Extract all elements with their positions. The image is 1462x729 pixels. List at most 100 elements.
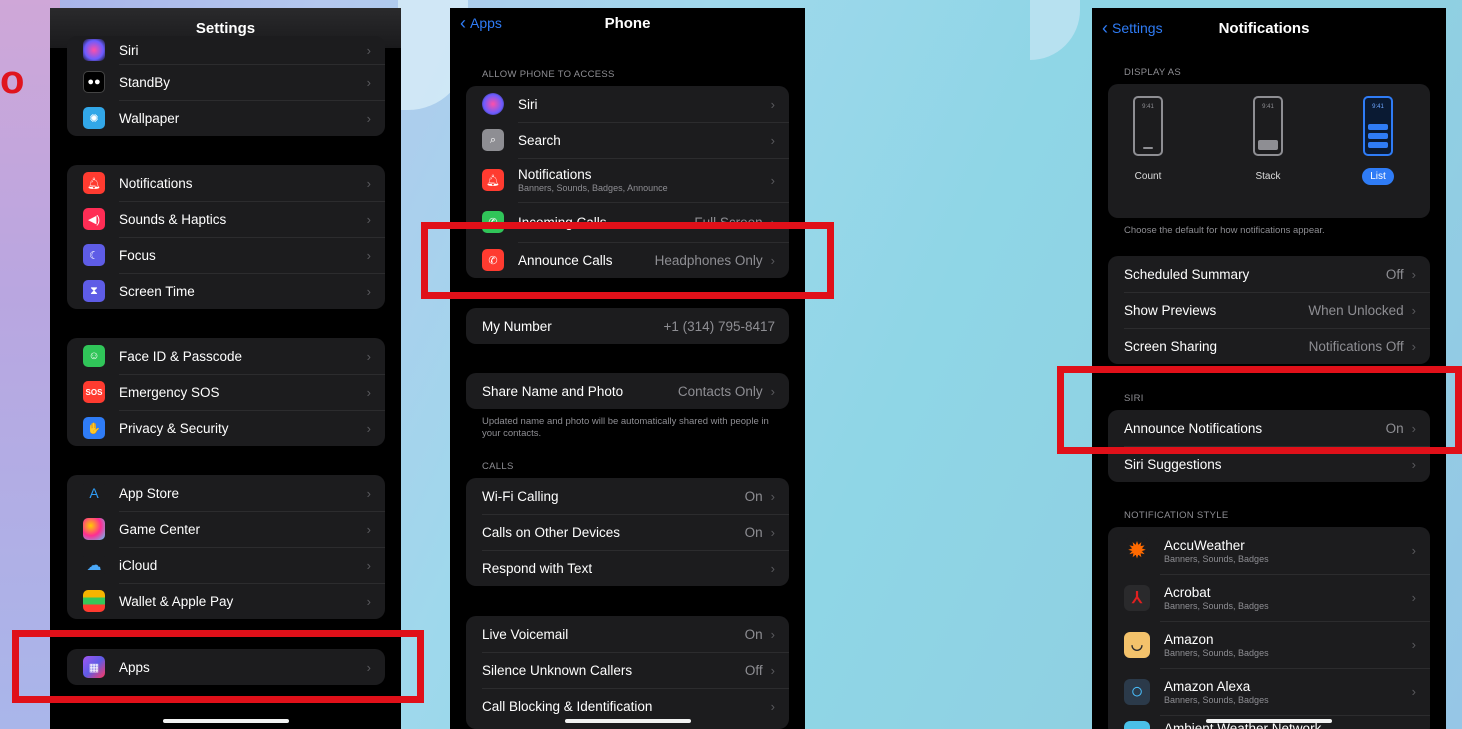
settings-item-label: Emergency SOS [119,384,220,400]
chevron-right-icon: › [770,132,775,148]
settings-item-siri[interactable]: Siri › [67,36,385,64]
standby-icon: ●● [83,71,105,93]
phone-navbar: ‹ Apps Phone [450,8,805,38]
display-option-list[interactable]: 9:41 List [1348,96,1408,185]
page-title: Settings [195,19,256,37]
settings-item-focus[interactable]: ☾ Focus › [67,237,385,273]
settings-item-icloud[interactable]: ☁ iCloud › [67,547,385,583]
back-button[interactable]: ‹ Settings [1102,8,1163,48]
page-title: Phone [604,14,651,32]
notif-item-value: Off [1385,266,1404,282]
wallet-icon [83,590,105,612]
phone-item-label: Live Voicemail [482,626,569,642]
share-footer: Updated name and photo will be automatic… [482,416,769,439]
phone-item-share-name[interactable]: Share Name and Photo Contacts Only › [466,373,789,409]
chevron-right-icon: › [366,485,371,501]
chevron-right-icon: › [770,560,775,576]
phone-item-silence-unknown[interactable]: Silence Unknown Callers Off › [466,652,789,688]
game-center-icon [83,518,105,540]
notif-item-screen-sharing[interactable]: Screen Sharing Notifications Off › [1108,328,1430,364]
chevron-right-icon: › [366,42,371,58]
display-option-stack[interactable]: 9:41 Stack [1238,96,1298,185]
phone-item-search[interactable]: ⌕ Search › [466,122,789,158]
phone-settings-screen: ‹ Apps Phone ALLOW PHONE TO ACCESS Siri ›… [450,8,805,729]
chevron-right-icon: › [770,524,775,540]
phone-item-value: Off [744,662,763,678]
phone-item-live-voicemail[interactable]: Live Voicemail On › [466,616,789,652]
notif-item-value: Notifications Off [1308,338,1404,354]
chevron-left-icon: ‹ [460,12,466,33]
notif-item-label: Screen Sharing [1124,338,1218,354]
settings-item-app-store[interactable]: A App Store › [67,475,385,511]
screen-time-icon: ⧗ [83,280,105,302]
phone-item-label: Notifications Banners, Sounds, Badges, An… [518,167,771,193]
phone-item-notifications[interactable]: 🔔︎ Notifications Banners, Sounds, Badges,… [466,158,789,202]
notif-item-show-previews[interactable]: Show Previews When Unlocked › [1108,292,1430,328]
amazon-icon: ◡ [1124,631,1150,658]
icloud-icon: ☁ [83,554,105,576]
settings-item-notifications[interactable]: 🔔︎ Notifications › [67,165,385,201]
settings-item-label: Screen Time [119,283,195,299]
notif-item-value: When Unlocked [1308,302,1404,318]
back-label: Apps [470,15,502,31]
chevron-right-icon: › [366,211,371,227]
notif-item-label: Siri Suggestions [1124,456,1222,472]
phone-item-label: Share Name and Photo [482,383,624,399]
calls-group: Wi-Fi Calling On › Calls on Other Device… [466,478,789,586]
app-name: AccuWeather [1164,537,1245,553]
app-row-accuweather[interactable]: ✹ AccuWeather Banners, Sounds, Badges › [1108,527,1430,574]
settings-item-emergency-sos[interactable]: SOS Emergency SOS › [67,374,385,410]
phone-item-respond-text[interactable]: Respond with Text › [466,550,789,586]
settings-item-wallpaper[interactable]: ✺ Wallpaper › [67,100,385,136]
back-button[interactable]: ‹ Apps [460,8,502,38]
background-cloud-2 [1030,0,1080,60]
settings-item-label: StandBy [119,74,171,90]
settings-item-wallet[interactable]: Wallet & Apple Pay › [67,583,385,619]
chevron-right-icon: › [366,175,371,191]
phone-item-other-devices[interactable]: Calls on Other Devices On › [466,514,789,550]
ambient-weather-icon [1124,721,1150,729]
phone-item-my-number[interactable]: My Number +1 (314) 795-8417 [466,308,789,344]
settings-item-screen-time[interactable]: ⧗ Screen Time › [67,273,385,309]
app-name: Amazon [1164,631,1214,647]
chevron-right-icon: › [1411,302,1416,318]
acrobat-icon: ⅄ [1124,584,1150,611]
display-option-count[interactable]: 9:41 Count [1118,96,1178,185]
settings-group-3: ☺ Face ID & Passcode › SOS Emergency SOS… [67,338,385,446]
settings-item-sounds[interactable]: ◀) Sounds & Haptics › [67,201,385,237]
chevron-right-icon: › [366,420,371,436]
phone-item-label: Siri [518,96,538,112]
search-icon: ⌕ [482,129,504,151]
wallpaper-icon: ✺ [83,107,105,129]
app-subtitle: Banners, Sounds, Badges [1164,600,1269,611]
settings-item-standby[interactable]: ●● StandBy › [67,64,385,100]
phone-item-value: On [744,524,763,540]
notif-item-scheduled-summary[interactable]: Scheduled Summary Off › [1108,256,1430,292]
alexa-icon: ◯ [1124,678,1150,705]
chevron-right-icon: › [366,384,371,400]
app-row-amazon-alexa[interactable]: ◯ Amazon Alexa Banners, Sounds, Badges › [1108,668,1430,715]
sos-icon: SOS [83,381,105,403]
chevron-right-icon: › [770,488,775,504]
settings-item-game-center[interactable]: Game Center › [67,511,385,547]
home-indicator [162,719,289,723]
settings-item-label: Wallpaper [119,110,180,126]
app-row-amazon[interactable]: ◡ Amazon Banners, Sounds, Badges › [1108,621,1430,668]
siri-icon [83,39,105,61]
settings-item-label: Sounds & Haptics [119,211,227,227]
phone-item-label: My Number [482,318,552,334]
display-option-label-selected: List [1362,168,1394,185]
settings-item-privacy[interactable]: ✋ Privacy & Security › [67,410,385,446]
phone-item-siri[interactable]: Siri › [466,86,789,122]
preview-time: 9:41 [1142,104,1154,110]
notifications-label: Notifications [518,167,592,182]
settings-item-faceid[interactable]: ☺ Face ID & Passcode › [67,338,385,374]
voicemail-group: Live Voicemail On › Silence Unknown Call… [466,616,789,729]
app-name: Amazon Alexa [1164,678,1251,694]
section-header-calls: CALLS [482,461,514,472]
settings-item-label: Wallet & Apple Pay [119,593,234,609]
notif-item-label: Scheduled Summary [1124,266,1250,282]
app-row-acrobat[interactable]: ⅄ Acrobat Banners, Sounds, Badges › [1108,574,1430,621]
settings-group-2: 🔔︎ Notifications › ◀) Sounds & Haptics ›… [67,165,385,309]
phone-item-wifi-calling[interactable]: Wi-Fi Calling On › [466,478,789,514]
